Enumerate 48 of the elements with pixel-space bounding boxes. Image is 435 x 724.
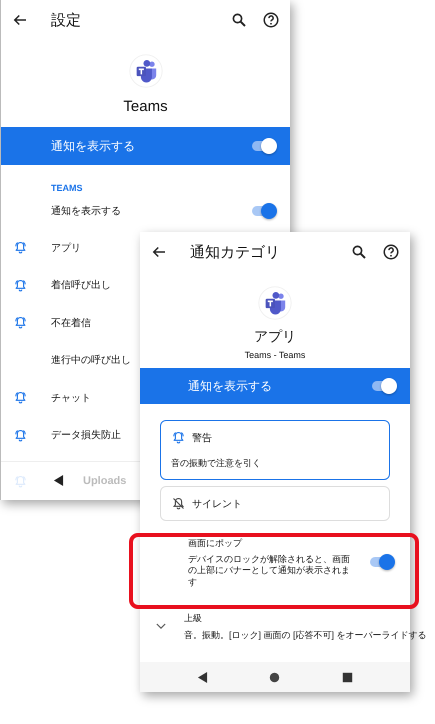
setting-title: 上級 xyxy=(184,612,203,625)
screen-title: 設定 xyxy=(51,10,82,30)
bell-icon xyxy=(13,278,28,293)
chevron-down-icon xyxy=(156,623,166,630)
category-item[interactable]: アプリ xyxy=(51,240,81,255)
back-nav-icon[interactable] xyxy=(196,670,208,684)
toggle-label: 通知を表示する xyxy=(188,378,272,394)
option-description: 音の振動で注意を引く xyxy=(171,457,262,470)
setting-title: 画面にポップ xyxy=(188,537,244,550)
bell-off-icon xyxy=(171,496,186,511)
app-logo-icon xyxy=(258,286,292,320)
bell-icon xyxy=(13,240,28,256)
bell-icon xyxy=(171,430,186,445)
option-card[interactable]: 警告 音の振動で注意を引く xyxy=(160,420,390,480)
recents-nav-icon[interactable] xyxy=(342,672,354,682)
app-logo-icon xyxy=(128,54,162,88)
help-icon[interactable] xyxy=(262,11,280,29)
category-item[interactable]: データ損失防止 xyxy=(51,428,121,442)
bell-icon xyxy=(13,315,28,330)
search-icon[interactable] xyxy=(230,11,248,29)
option-card[interactable]: サイレント xyxy=(160,486,390,521)
home-nav-icon[interactable] xyxy=(269,672,280,682)
faded-list-item: Uploads xyxy=(83,475,126,487)
toggle-label: 通知を表示する xyxy=(51,138,135,154)
app-name: Teams xyxy=(123,98,168,115)
toggle-switch[interactable] xyxy=(372,378,396,394)
category-item[interactable]: 着信呼び出し xyxy=(51,278,111,292)
setting-description: デバイスのロックが解除されると、画面の上部にバナーとして通知が表示されます xyxy=(188,554,351,588)
bell-icon xyxy=(13,428,28,443)
screen-title: 通知カテゴリ xyxy=(190,242,281,262)
toggle-switch[interactable] xyxy=(370,554,394,570)
bell-icon xyxy=(13,390,28,406)
category-item[interactable]: チャット xyxy=(51,390,91,405)
section-header: TEAMS xyxy=(50,182,84,193)
toggle-switch[interactable] xyxy=(252,203,276,219)
category-item[interactable]: 不在着信 xyxy=(51,316,91,330)
bell-icon xyxy=(13,474,28,488)
toggle-switch[interactable] xyxy=(252,138,276,154)
category-subtitle: Teams - Teams xyxy=(244,350,306,360)
category-name: アプリ xyxy=(254,328,296,346)
toggle-label: 通知を表示する xyxy=(51,204,121,218)
setting-description: 音。振動。[ロック] 画面の [応答不可] をオーバーライドする xyxy=(184,628,427,642)
back-nav-icon[interactable] xyxy=(53,474,64,487)
option-label: サイレント xyxy=(192,498,242,510)
help-icon[interactable] xyxy=(382,243,400,261)
option-label: 警告 xyxy=(192,432,212,444)
search-icon[interactable] xyxy=(350,243,368,261)
category-item[interactable]: 進行中の呼び出し xyxy=(51,353,131,368)
